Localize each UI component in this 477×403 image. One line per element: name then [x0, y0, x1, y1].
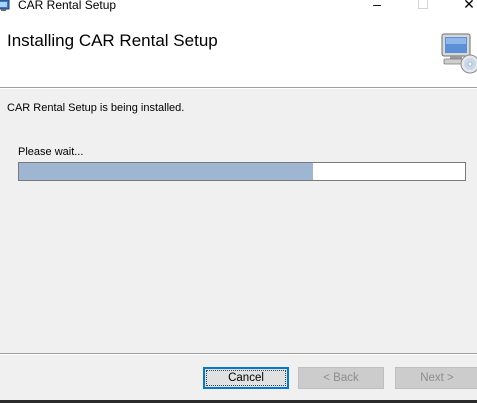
next-button[interactable]: Next > [395, 367, 477, 389]
install-status-text: CAR Rental Setup is being installed. [7, 102, 185, 114]
footer-divider-highlight [0, 354, 477, 355]
banner-divider-highlight [0, 88, 477, 89]
page-title: Installing CAR Rental Setup [7, 31, 218, 50]
title-bar: CAR Rental Setup – ☐ ✕ [0, 0, 477, 14]
close-button[interactable]: ✕ [446, 0, 477, 14]
app-icon [0, 0, 10, 11]
please-wait-label: Please wait... [18, 146, 84, 158]
next-button-label: Next > [420, 372, 454, 384]
maximize-button[interactable]: ☐ [400, 0, 446, 14]
install-progress-bar [18, 162, 466, 181]
computer-disc-icon [441, 33, 477, 74]
header-banner: Installing CAR Rental Setup [0, 14, 477, 87]
back-button[interactable]: < Back [298, 367, 384, 389]
installer-window: CAR Rental Setup – ☐ ✕ Installing CAR Re… [0, 0, 477, 403]
cancel-button[interactable]: Cancel [203, 367, 289, 389]
back-button-label: < Back [323, 372, 359, 384]
minimize-button[interactable]: – [354, 0, 400, 14]
window-title: CAR Rental Setup [18, 0, 117, 12]
progress-fill [19, 163, 314, 180]
cancel-focus-ring [206, 370, 286, 386]
